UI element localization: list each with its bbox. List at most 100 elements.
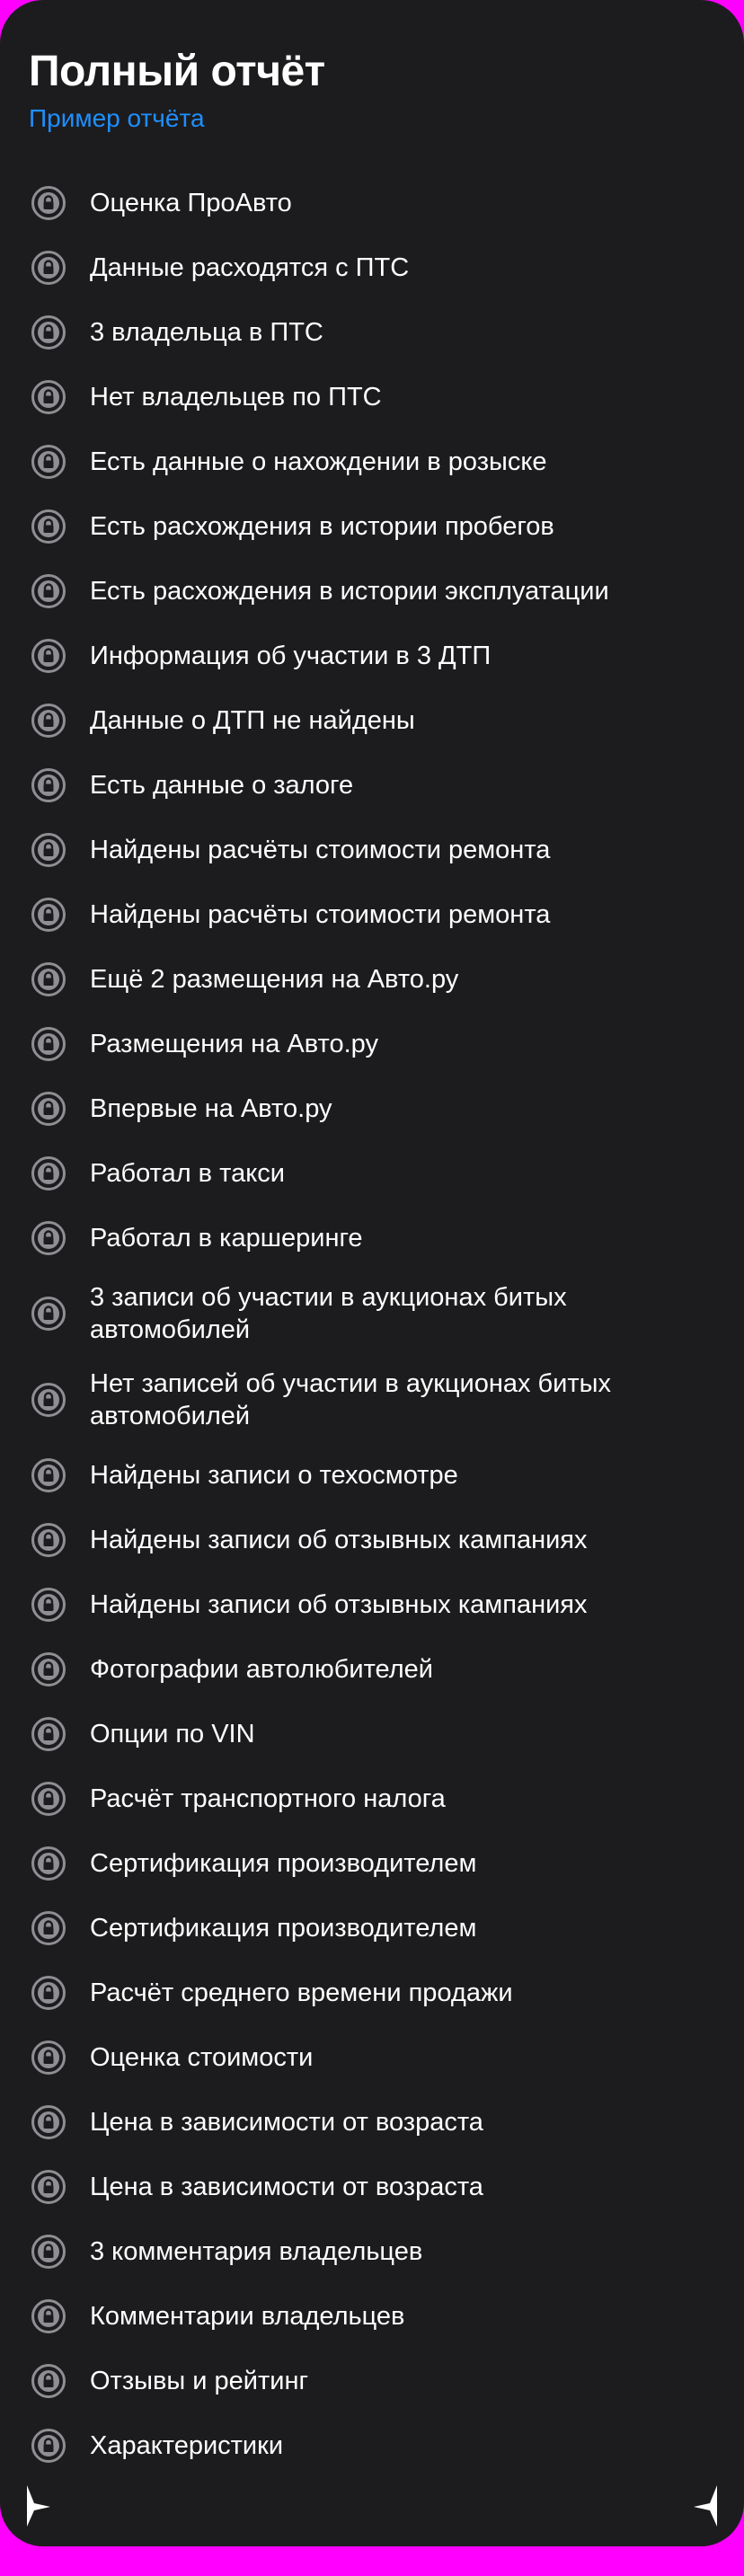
lock-icon: [31, 1155, 66, 1191]
lock-icon: [31, 250, 66, 286]
list-item-label: Данные о ДТП не найдены: [90, 706, 415, 735]
list-item[interactable]: Найдены записи о техосмотре: [0, 1443, 744, 1508]
list-item[interactable]: Оценка ПроАвто: [0, 171, 744, 235]
list-item[interactable]: Информация об участии в 3 ДТП: [0, 624, 744, 688]
list-item-label: Расчёт транспортного налога: [90, 1784, 446, 1813]
list-item-label: 3 комментария владельцев: [90, 2237, 423, 2266]
list-item[interactable]: Есть данные о залоге: [0, 753, 744, 818]
list-item[interactable]: Сертификация производителем: [0, 1831, 744, 1896]
list-item-label: Сертификация производителем: [90, 1914, 477, 1943]
list-item-label: Сертификация производителем: [90, 1849, 477, 1878]
list-item[interactable]: Данные расходятся с ПТС: [0, 235, 744, 300]
list-item-label: Цена в зависимости от возраста: [90, 2108, 483, 2137]
list-item[interactable]: Есть данные о нахождении в розыске: [0, 429, 744, 494]
lock-icon: [31, 2040, 66, 2076]
list-item-label: Работал в каршеринге: [90, 1224, 363, 1253]
list-item[interactable]: Сертификация производителем: [0, 1896, 744, 1961]
lock-icon: [31, 1587, 66, 1623]
list-item[interactable]: Характеристики: [0, 2413, 744, 2478]
list-item[interactable]: Оценка стоимости: [0, 2025, 744, 2090]
lock-icon: [31, 1091, 66, 1127]
list-item-label: Есть расхождения в истории пробегов: [90, 512, 554, 541]
list-item-label: Размещения на Авто.ру: [90, 1030, 378, 1058]
lock-icon: [31, 2234, 66, 2270]
lock-icon: [31, 379, 66, 415]
list-item-label: Характеристики: [90, 2431, 284, 2460]
list-item-label: Данные расходятся с ПТС: [90, 253, 410, 282]
list-item-label: Есть данные о нахождении в розыске: [90, 447, 547, 476]
list-item-label: Нет записей об участии в аукционах битых…: [90, 1369, 611, 1430]
list-item[interactable]: Расчёт транспортного налога: [0, 1766, 744, 1831]
list-item[interactable]: Найдены записи об отзывных кампаниях: [0, 1508, 744, 1572]
list-item[interactable]: Данные о ДТП не найдены: [0, 688, 744, 753]
list-item[interactable]: Цена в зависимости от возраста: [0, 2090, 744, 2155]
lock-icon: [31, 2298, 66, 2334]
lock-icon: [31, 2169, 66, 2205]
list-item[interactable]: Фотографии автолюбителей: [0, 1637, 744, 1702]
list-item[interactable]: Найдены записи об отзывных кампаниях: [0, 1572, 744, 1637]
list-item-label: Работал в такси: [90, 1159, 285, 1188]
list-item-label: Есть расхождения в истории эксплуатации: [90, 577, 609, 606]
lock-icon: [31, 1975, 66, 2011]
lock-icon: [31, 1910, 66, 1946]
list-item[interactable]: Цена в зависимости от возраста: [0, 2155, 744, 2219]
list-item[interactable]: Работал в такси: [0, 1141, 744, 1206]
list-item[interactable]: Нет владельцев по ПТС: [0, 365, 744, 429]
list-item-label: Оценка ПроАвто: [90, 189, 292, 217]
lock-icon: [31, 1220, 66, 1256]
lock-icon: [31, 1296, 66, 1332]
list-item[interactable]: Впервые на Авто.ру: [0, 1076, 744, 1141]
lock-icon: [31, 897, 66, 933]
list-item-label: Отзывы и рейтинг: [90, 2367, 309, 2395]
lock-icon: [31, 1382, 66, 1418]
list-item-label: Найдены записи об отзывных кампаниях: [90, 1526, 588, 1554]
list-item-label: Нет владельцев по ПТС: [90, 383, 382, 412]
list-item[interactable]: Найдены расчёты стоимости ремонта: [0, 818, 744, 882]
list-item[interactable]: 3 записи об участии в аукционах битых ав…: [0, 1270, 744, 1357]
list-item[interactable]: Нет записей об участии в аукционах битых…: [0, 1357, 744, 1443]
lock-icon: [31, 638, 66, 674]
lock-icon: [31, 1781, 66, 1817]
lock-icon: [31, 767, 66, 803]
list-item[interactable]: Найдены расчёты стоимости ремонта: [0, 882, 744, 947]
list-item[interactable]: Опции по VIN: [0, 1702, 744, 1766]
lock-icon: [31, 2104, 66, 2140]
list-item[interactable]: Комментарии владельцев: [0, 2284, 744, 2349]
list-item-label: Есть данные о залоге: [90, 771, 354, 800]
list-item-label: Найдены расчёты стоимости ремонта: [90, 836, 551, 864]
list-item-label: Найдены записи об отзывных кампаниях: [90, 1590, 588, 1619]
list-item[interactable]: Есть расхождения в истории эксплуатации: [0, 559, 744, 624]
sample-report-link[interactable]: Пример отчёта: [29, 102, 205, 135]
lock-icon: [31, 444, 66, 480]
lock-icon: [31, 703, 66, 739]
list-item-label: Цена в зависимости от возраста: [90, 2173, 483, 2201]
lock-icon: [31, 1522, 66, 1558]
list-item[interactable]: Ещё 2 размещения на Авто.ру: [0, 947, 744, 1012]
lock-icon: [31, 961, 66, 997]
lock-icon: [31, 1846, 66, 1881]
lock-icon: [31, 185, 66, 221]
lock-icon: [31, 832, 66, 868]
lock-icon: [31, 1651, 66, 1687]
list-item-label: Фотографии автолюбителей: [90, 1655, 433, 1684]
list-item[interactable]: Размещения на Авто.ру: [0, 1012, 744, 1076]
list-item-label: Найдены записи о техосмотре: [90, 1461, 458, 1490]
report-header: Полный отчёт Пример отчёта: [29, 41, 715, 135]
list-item-label: Найдены расчёты стоимости ремонта: [90, 900, 551, 929]
list-item-label: Расчёт среднего времени продажи: [90, 1978, 513, 2007]
list-item-label: Комментарии владельцев: [90, 2302, 405, 2331]
list-item[interactable]: Есть расхождения в истории пробегов: [0, 494, 744, 559]
list-item-label: Ещё 2 размещения на Авто.ру: [90, 965, 459, 994]
lock-icon: [31, 2363, 66, 2399]
report-card: Полный отчёт Пример отчёта Оценка ПроАвт…: [0, 0, 744, 2546]
lock-icon: [31, 509, 66, 544]
lock-icon: [31, 1457, 66, 1493]
list-item[interactable]: Работал в каршеринге: [0, 1206, 744, 1270]
list-item[interactable]: Расчёт среднего времени продажи: [0, 1961, 744, 2025]
list-item[interactable]: Отзывы и рейтинг: [0, 2349, 744, 2413]
list-item[interactable]: 3 владельца в ПТС: [0, 300, 744, 365]
corner-sparkle-icon: [27, 2485, 50, 2527]
list-item[interactable]: 3 комментария владельцев: [0, 2219, 744, 2284]
lock-icon: [31, 2428, 66, 2464]
lock-icon: [31, 1716, 66, 1752]
